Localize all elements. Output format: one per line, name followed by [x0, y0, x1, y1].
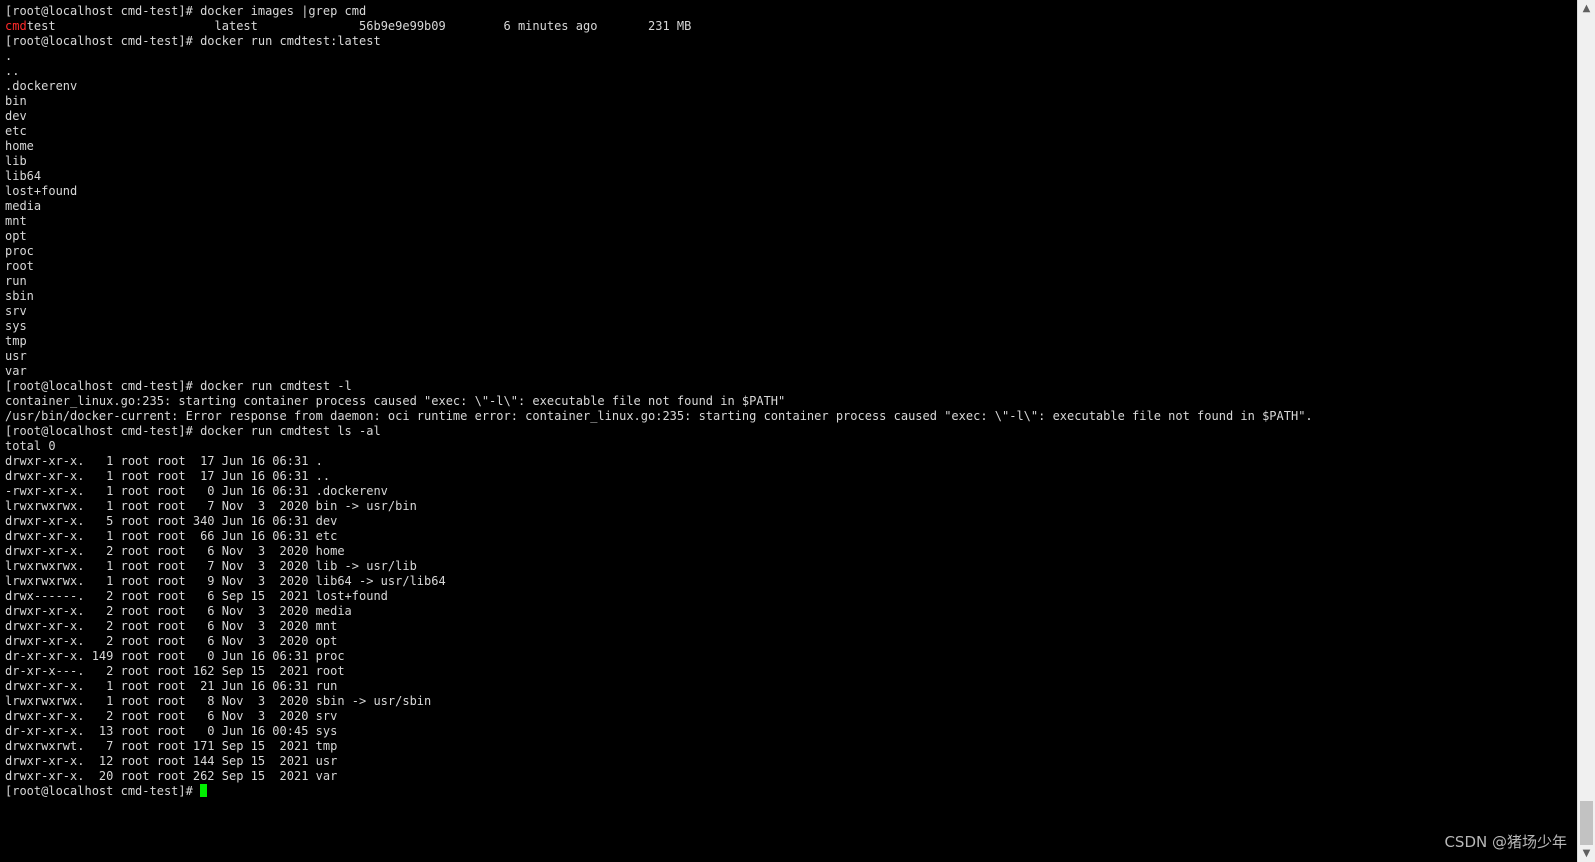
terminal-line: lrwxrwxrwx. 1 root root 9 Nov 3 2020 lib…	[5, 574, 446, 588]
scroll-up-arrow-icon[interactable]: ▲	[1578, 0, 1595, 17]
terminal-line: bin	[5, 94, 27, 108]
terminal-line: ..	[5, 64, 20, 78]
terminal-line: mnt	[5, 214, 27, 228]
terminal-line: container_linux.go:235: starting contain…	[5, 394, 786, 408]
terminal-line: -rwxr-xr-x. 1 root root 0 Jun 16 06:31 .…	[5, 484, 388, 498]
terminal-line: [root@localhost cmd-test]# docker run cm…	[5, 424, 381, 438]
terminal-line: proc	[5, 244, 34, 258]
terminal-line: .dockerenv	[5, 79, 78, 93]
terminal-window[interactable]: [root@localhost cmd-test]# docker images…	[0, 0, 1577, 862]
terminal-line: lib	[5, 154, 27, 168]
terminal-line: drwxr-xr-x. 1 root root 17 Jun 16 06:31 …	[5, 469, 331, 483]
terminal-line: [root@localhost cmd-test]# docker run cm…	[5, 379, 352, 393]
grep-match-highlight: cmd	[5, 19, 27, 33]
terminal-line: [root@localhost cmd-test]# docker images…	[5, 4, 367, 18]
terminal-output: [root@localhost cmd-test]# docker images…	[5, 4, 1313, 799]
terminal-line: lost+found	[5, 184, 78, 198]
terminal-line: dr-xr-x---. 2 root root 162 Sep 15 2021 …	[5, 664, 345, 678]
terminal-line: drwxr-xr-x. 1 root root 21 Jun 16 06:31 …	[5, 679, 338, 693]
terminal-line: dev	[5, 109, 27, 123]
terminal-line: /usr/bin/docker-current: Error response …	[5, 409, 1313, 423]
image-list-row: cmdtest latest 56b9e9e99b09 6 minutes ag…	[5, 19, 1313, 34]
terminal-line: drwxr-xr-x. 2 root root 6 Nov 3 2020 opt	[5, 634, 338, 648]
terminal-line: lrwxrwxrwx. 1 root root 7 Nov 3 2020 lib…	[5, 559, 417, 573]
terminal-line: usr	[5, 349, 27, 363]
terminal-line: var	[5, 364, 27, 378]
terminal-line: root	[5, 259, 34, 273]
terminal-line: dr-xr-xr-x. 13 root root 0 Jun 16 00:45 …	[5, 724, 338, 738]
terminal-line: run	[5, 274, 27, 288]
terminal-line: lrwxrwxrwx. 1 root root 8 Nov 3 2020 sbi…	[5, 694, 432, 708]
shell-prompt: [root@localhost cmd-test]#	[5, 784, 201, 798]
terminal-line: opt	[5, 229, 27, 243]
terminal-line: media	[5, 199, 42, 213]
vertical-scrollbar[interactable]: ▲ ▼	[1577, 0, 1595, 862]
terminal-line: [root@localhost cmd-test]# docker run cm…	[5, 34, 381, 48]
terminal-line: drwxr-xr-x. 20 root root 262 Sep 15 2021…	[5, 769, 338, 783]
terminal-line: lrwxrwxrwx. 1 root root 7 Nov 3 2020 bin…	[5, 499, 417, 513]
terminal-line: drwxr-xr-x. 12 root root 144 Sep 15 2021…	[5, 754, 338, 768]
terminal-line: drwxr-xr-x. 5 root root 340 Jun 16 06:31…	[5, 514, 338, 528]
terminal-line: srv	[5, 304, 27, 318]
terminal-line: tmp	[5, 334, 27, 348]
terminal-line: drwxrwxrwt. 7 root root 171 Sep 15 2021 …	[5, 739, 338, 753]
terminal-prompt-line[interactable]: [root@localhost cmd-test]#	[5, 784, 1313, 799]
terminal-line: sbin	[5, 289, 34, 303]
terminal-line: total 0	[5, 439, 56, 453]
image-row-rest: test latest 56b9e9e99b09 6 minutes ago 2…	[26, 19, 692, 33]
scroll-down-arrow-icon[interactable]: ▼	[1578, 845, 1595, 862]
terminal-line: .	[5, 49, 13, 63]
terminal-line: etc	[5, 124, 27, 138]
terminal-line: drwxr-xr-x. 2 root root 6 Nov 3 2020 hom…	[5, 544, 345, 558]
terminal-line: drwxr-xr-x. 1 root root 66 Jun 16 06:31 …	[5, 529, 338, 543]
terminal-line: drwx------. 2 root root 6 Sep 15 2021 lo…	[5, 589, 388, 603]
terminal-line: drwxr-xr-x. 2 root root 6 Nov 3 2020 med…	[5, 604, 352, 618]
terminal-line: lib64	[5, 169, 42, 183]
csdn-watermark: CSDN @猪场少年	[1444, 833, 1567, 851]
terminal-line: sys	[5, 319, 27, 333]
terminal-line: drwxr-xr-x. 2 root root 6 Nov 3 2020 mnt	[5, 619, 338, 633]
terminal-line: home	[5, 139, 34, 153]
terminal-line: drwxr-xr-x. 1 root root 17 Jun 16 06:31 …	[5, 454, 323, 468]
terminal-line: drwxr-xr-x. 2 root root 6 Nov 3 2020 srv	[5, 709, 338, 723]
terminal-line: dr-xr-xr-x. 149 root root 0 Jun 16 06:31…	[5, 649, 345, 663]
text-cursor	[200, 784, 208, 797]
scrollbar-thumb[interactable]	[1580, 801, 1593, 845]
